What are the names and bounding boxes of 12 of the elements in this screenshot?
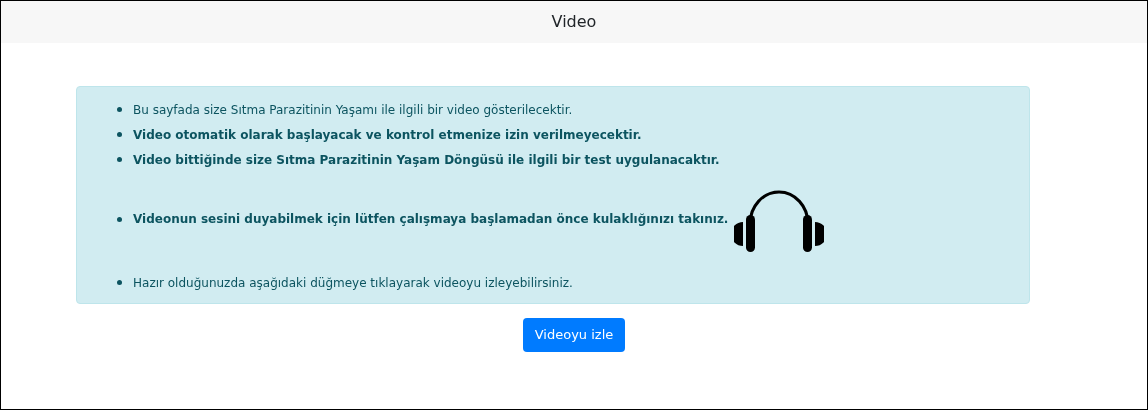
bullet-icon bbox=[117, 157, 122, 162]
bullet-icon bbox=[117, 280, 122, 285]
notice-text: Hazır olduğunuzda aşağıdaki düğmeye tıklayarak videoyu izleyebilirsiniz. bbox=[133, 274, 573, 292]
notice-text: Bu sayfada size Sıtma Parazitinin Yaşamı ile ilgili bir video gösterilecektir. bbox=[133, 101, 573, 119]
bullet-icon bbox=[117, 107, 122, 112]
notice-text: Videonun sesini duyabilmek için lütfen çalışmaya başlamadan önce kulaklığınızı takınız. bbox=[133, 211, 729, 228]
watch-video-button[interactable]: Videoyu izle bbox=[522, 318, 626, 352]
bullet-icon bbox=[117, 216, 122, 222]
notice-text: Video bittiğinde size Sıtma Parazitinin Yaşam Döngüsü ile ilgili bir test uygulanacaktır. bbox=[133, 151, 720, 169]
bullet-icon bbox=[117, 132, 122, 137]
page-title: Video bbox=[551, 11, 597, 33]
notice-text: Video otomatik olarak başlayacak ve kontrol etmenize izin verilmeyecektir. bbox=[133, 126, 642, 144]
